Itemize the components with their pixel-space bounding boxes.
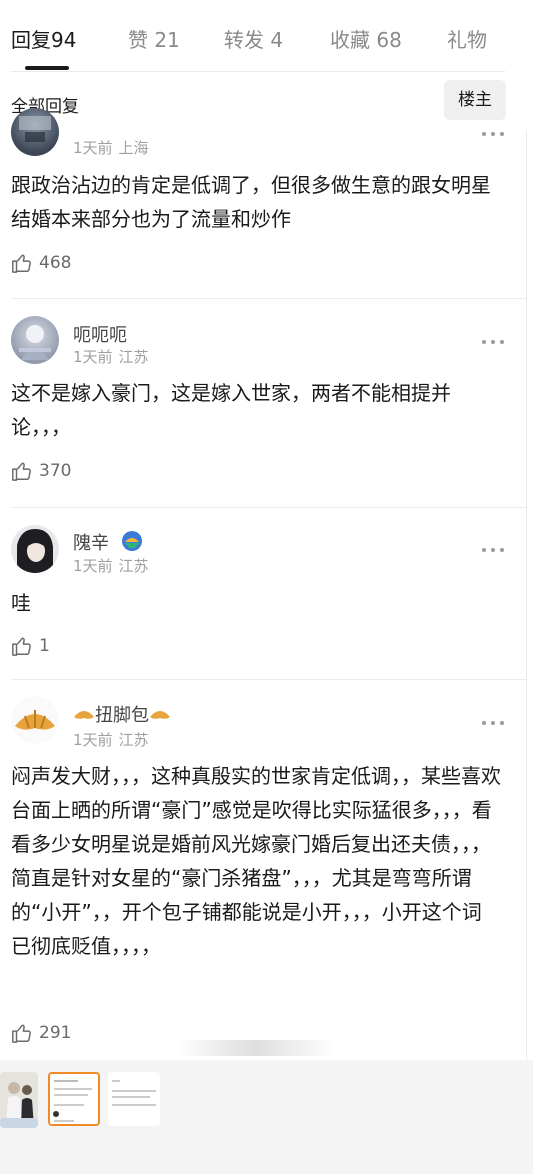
filter-author-only-button[interactable]: 楼主	[444, 80, 506, 120]
user-avatar[interactable]	[11, 525, 59, 573]
tab-likes[interactable]: 赞 21	[128, 24, 180, 56]
thumbnail-page[interactable]	[108, 1072, 160, 1126]
page-thumbnail-icon	[108, 1072, 160, 1126]
thumbs-up-icon	[12, 637, 31, 656]
comment-item: 隗辛 1天前 江苏 哇 1	[0, 508, 533, 680]
tab-replies[interactable]: 回复94	[11, 24, 76, 56]
active-tab-indicator	[25, 66, 69, 70]
thumbnail-strip	[0, 1060, 533, 1174]
tab-gifts[interactable]: 礼物	[447, 24, 487, 56]
username[interactable]: 扭脚包	[73, 701, 171, 727]
croissant-avatar-icon	[15, 710, 55, 730]
user-avatar[interactable]	[11, 108, 59, 156]
comment-text: 这不是嫁入豪门，这是嫁入世家，两者不能相提并论，，，	[11, 381, 451, 439]
croissant-icon	[74, 711, 94, 719]
comment-meta: 1天前 江苏	[73, 348, 149, 366]
more-options-icon[interactable]	[482, 340, 506, 346]
more-options-icon[interactable]	[482, 548, 506, 554]
comment-meta: 1天前 江苏	[73, 731, 149, 749]
comment-text: 闷声发大财，，，这种真殷实的世家肯定低调，，某些喜欢台面上晒的所谓“豪门”感觉是…	[11, 764, 501, 958]
more-options-icon[interactable]	[482, 721, 506, 727]
comment-divider	[11, 298, 527, 299]
username[interactable]: 呃呃呃	[73, 321, 127, 347]
page-thumbnail-icon	[50, 1074, 98, 1124]
thumbnail-photo-partial[interactable]	[0, 1118, 38, 1128]
comment-item: 呃呃呃 1天前 江苏 这不是嫁入豪门，这是嫁入世家，两者不能相提并论，，， 370	[0, 300, 533, 508]
user-avatar[interactable]	[11, 696, 59, 744]
thumbs-up-icon	[12, 254, 31, 273]
thumbnail-selected[interactable]	[48, 1072, 100, 1126]
comment-meta: 1天前 江苏	[73, 557, 149, 575]
comment-text: 哇	[11, 591, 31, 615]
comment-meta: 1天前 上海	[73, 139, 149, 157]
username[interactable]: 隗辛	[73, 529, 143, 555]
tab-reposts[interactable]: 转发 4	[224, 24, 283, 56]
avatar-image-icon	[17, 529, 53, 573]
thumbs-up-icon	[12, 1024, 31, 1043]
croissant-icon	[150, 711, 170, 719]
avatar-image-icon	[19, 116, 51, 142]
tab-bar: 回复94 赞 21 转发 4 收藏 68 礼物	[0, 0, 533, 78]
comment-item: 1天前 上海 跟政治沾边的肯定是低调了，但很多做生意的跟女明星结婚本来部分也为了流…	[0, 108, 533, 300]
avatar-image-icon	[19, 325, 51, 360]
watermark	[175, 1040, 335, 1056]
user-level-badge-icon	[121, 531, 142, 551]
thumbs-up-icon	[12, 462, 31, 481]
user-avatar[interactable]	[11, 316, 59, 364]
more-options-icon[interactable]	[482, 132, 506, 138]
tab-favorites[interactable]: 收藏 68	[330, 24, 402, 56]
comment-text: 跟政治沾边的肯定是低调了，但很多做生意的跟女明星结婚本来部分也为了流量和炒作	[11, 173, 491, 231]
comment-item: 扭脚包 1天前 江苏 闷声发大财，，，这种真殷实的世家肯定低调，，某些喜欢台面上晒…	[0, 680, 533, 1060]
